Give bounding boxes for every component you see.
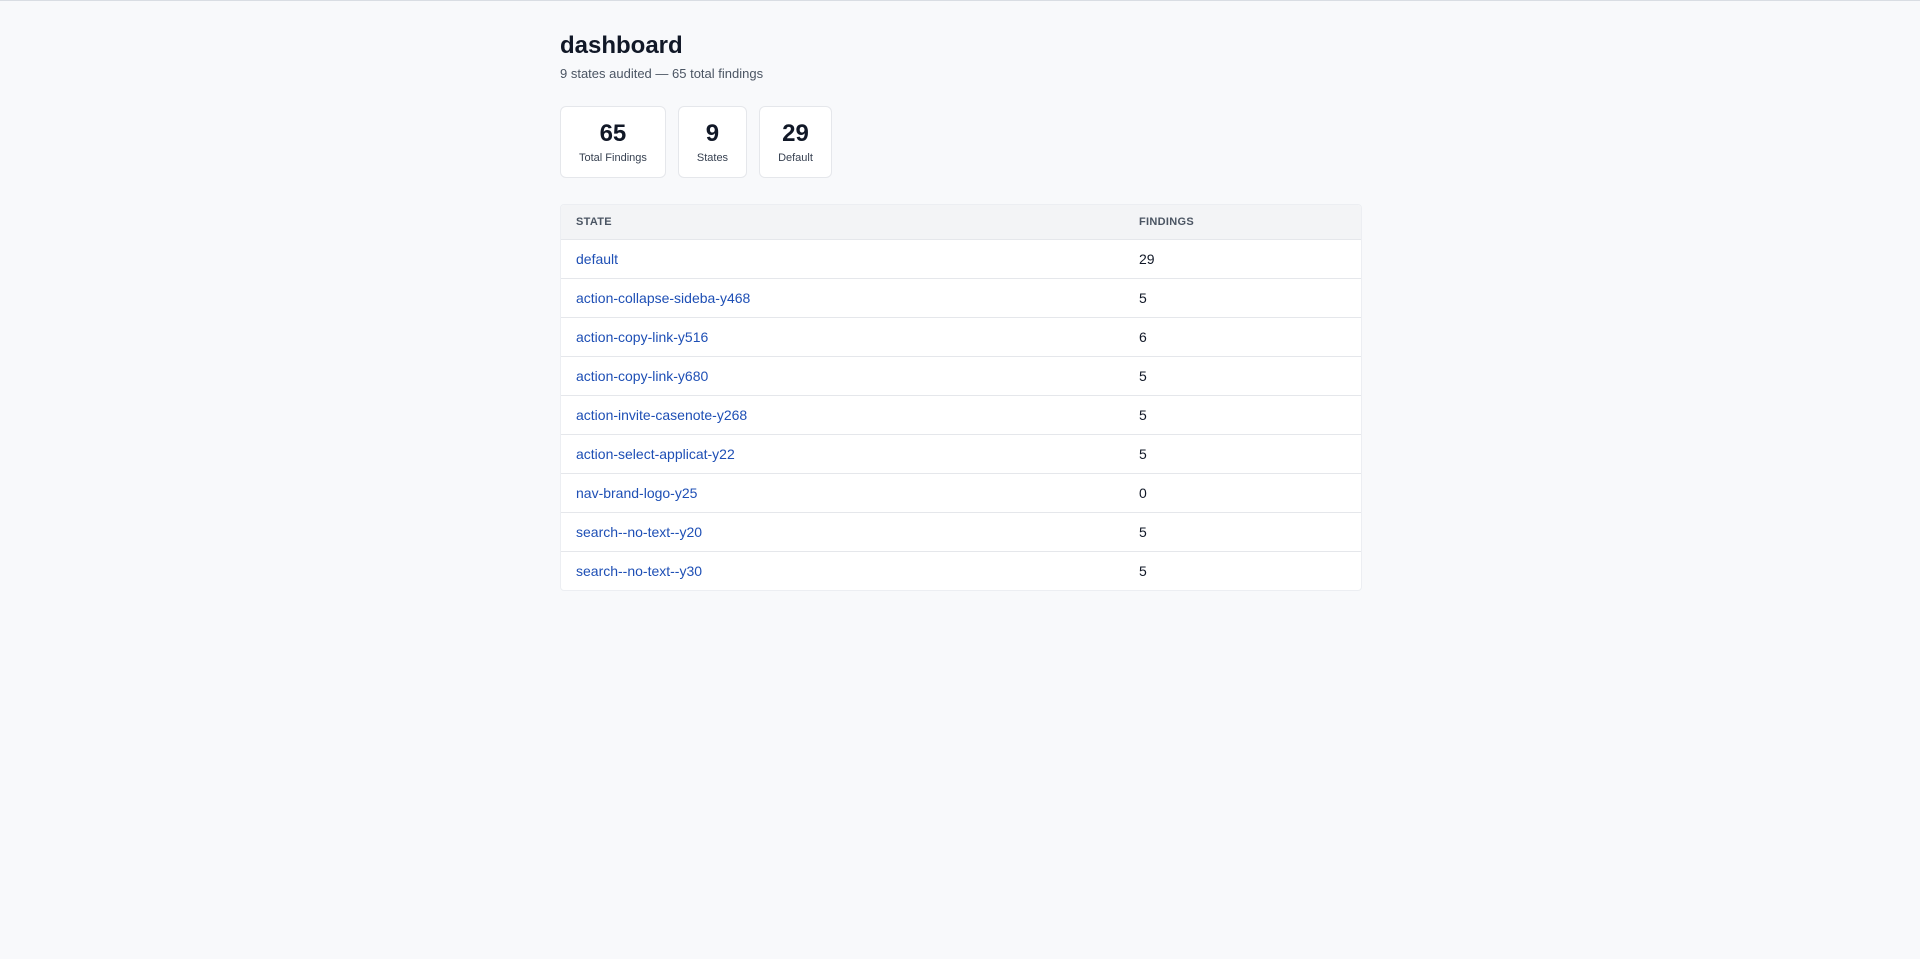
column-header-state: STATE [576,216,612,228]
table-row: action-select-applicat-y22 5 [561,435,1361,474]
table-row: action-invite-casenote-y268 5 [561,396,1361,435]
table-row: default 29 [561,240,1361,279]
column-header-findings: FINDINGS [1139,216,1194,228]
stat-value: 9 [705,120,720,147]
findings-count: 5 [1139,446,1147,462]
findings-count: 5 [1139,524,1147,540]
findings-count: 6 [1139,329,1147,345]
state-link-action-copy-link-y516[interactable]: action-copy-link-y516 [576,329,708,345]
stat-label: Default [778,152,813,164]
table-row: search--no-text--y20 5 [561,513,1361,552]
table-row: action-collapse-sideba-y468 5 [561,279,1361,318]
state-link-search-no-text-y30[interactable]: search--no-text--y30 [576,563,702,579]
state-link-action-collapse-sideba-y468[interactable]: action-collapse-sideba-y468 [576,290,750,306]
findings-count: 5 [1139,563,1147,579]
state-link-default[interactable]: default [576,251,618,267]
state-link-nav-brand-logo-y25[interactable]: nav-brand-logo-y25 [576,485,697,501]
page-title: dashboard [560,32,683,59]
table-row: action-copy-link-y680 5 [561,357,1361,396]
stat-label: States [696,152,729,164]
state-link-action-select-applicat-y22[interactable]: action-select-applicat-y22 [576,446,735,462]
table-header: STATE FINDINGS [561,205,1361,240]
findings-count: 5 [1139,368,1147,384]
top-border [0,0,1920,1]
state-link-search-no-text-y20[interactable]: search--no-text--y20 [576,524,702,540]
table-row: nav-brand-logo-y25 0 [561,474,1361,513]
findings-count: 0 [1139,485,1147,501]
stat-value: 29 [782,120,809,147]
state-link-action-copy-link-y680[interactable]: action-copy-link-y680 [576,368,708,384]
dashboard-container: dashboard 9 states audited — 65 total fi… [560,30,1362,591]
states-table: STATE FINDINGS default 29 action-collaps… [560,204,1362,591]
stat-card-total-findings: 65 Total Findings [560,106,666,178]
findings-count: 5 [1139,290,1147,306]
table-row: search--no-text--y30 5 [561,552,1361,590]
stat-label: Total Findings [579,152,647,164]
state-link-action-invite-casenote-y268[interactable]: action-invite-casenote-y268 [576,407,747,423]
findings-count: 5 [1139,407,1147,423]
findings-count: 29 [1139,251,1155,267]
stat-card-states: 9 States [677,106,748,178]
table-row: action-copy-link-y516 6 [561,318,1361,357]
stats-row: 65 Total Findings 9 States 29 Default [560,106,1360,178]
stat-value: 65 [599,120,627,147]
page-subtitle: 9 states audited — 65 total findings [560,66,764,81]
stat-card-default: 29 Default [759,106,832,178]
